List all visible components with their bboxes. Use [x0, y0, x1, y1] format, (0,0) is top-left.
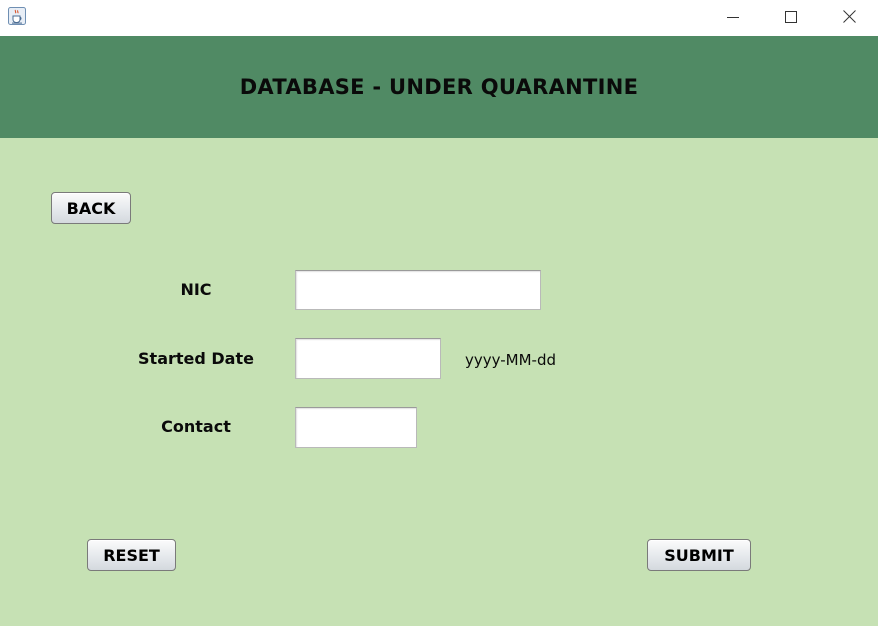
date-format-hint: yyyy-MM-dd	[465, 351, 556, 369]
form-panel: BACK NIC Started Date yyyy-MM-dd Contact…	[0, 138, 878, 626]
contact-input[interactable]	[295, 407, 417, 448]
header-banner: DATABASE - UNDER QUARANTINE	[0, 36, 878, 138]
started-date-label: Started Date	[138, 349, 254, 368]
reset-button[interactable]: RESET	[87, 539, 176, 571]
started-date-input[interactable]	[295, 338, 441, 379]
page-title: DATABASE - UNDER QUARANTINE	[239, 75, 639, 99]
title-bar[interactable]	[0, 0, 878, 36]
back-button[interactable]: BACK	[51, 192, 131, 224]
close-icon	[842, 8, 856, 27]
maximize-icon	[785, 8, 797, 27]
submit-button[interactable]: SUBMIT	[647, 539, 751, 571]
nic-label: NIC	[180, 280, 212, 299]
minimize-icon	[727, 8, 739, 27]
java-cup-icon[interactable]	[8, 7, 26, 25]
nic-input[interactable]	[295, 270, 541, 310]
maximize-button[interactable]	[762, 0, 820, 34]
contact-label: Contact	[161, 417, 231, 436]
minimize-button[interactable]	[704, 0, 762, 34]
application-window: DATABASE - UNDER QUARANTINE BACK NIC Sta…	[0, 0, 878, 626]
close-button[interactable]	[820, 0, 878, 34]
